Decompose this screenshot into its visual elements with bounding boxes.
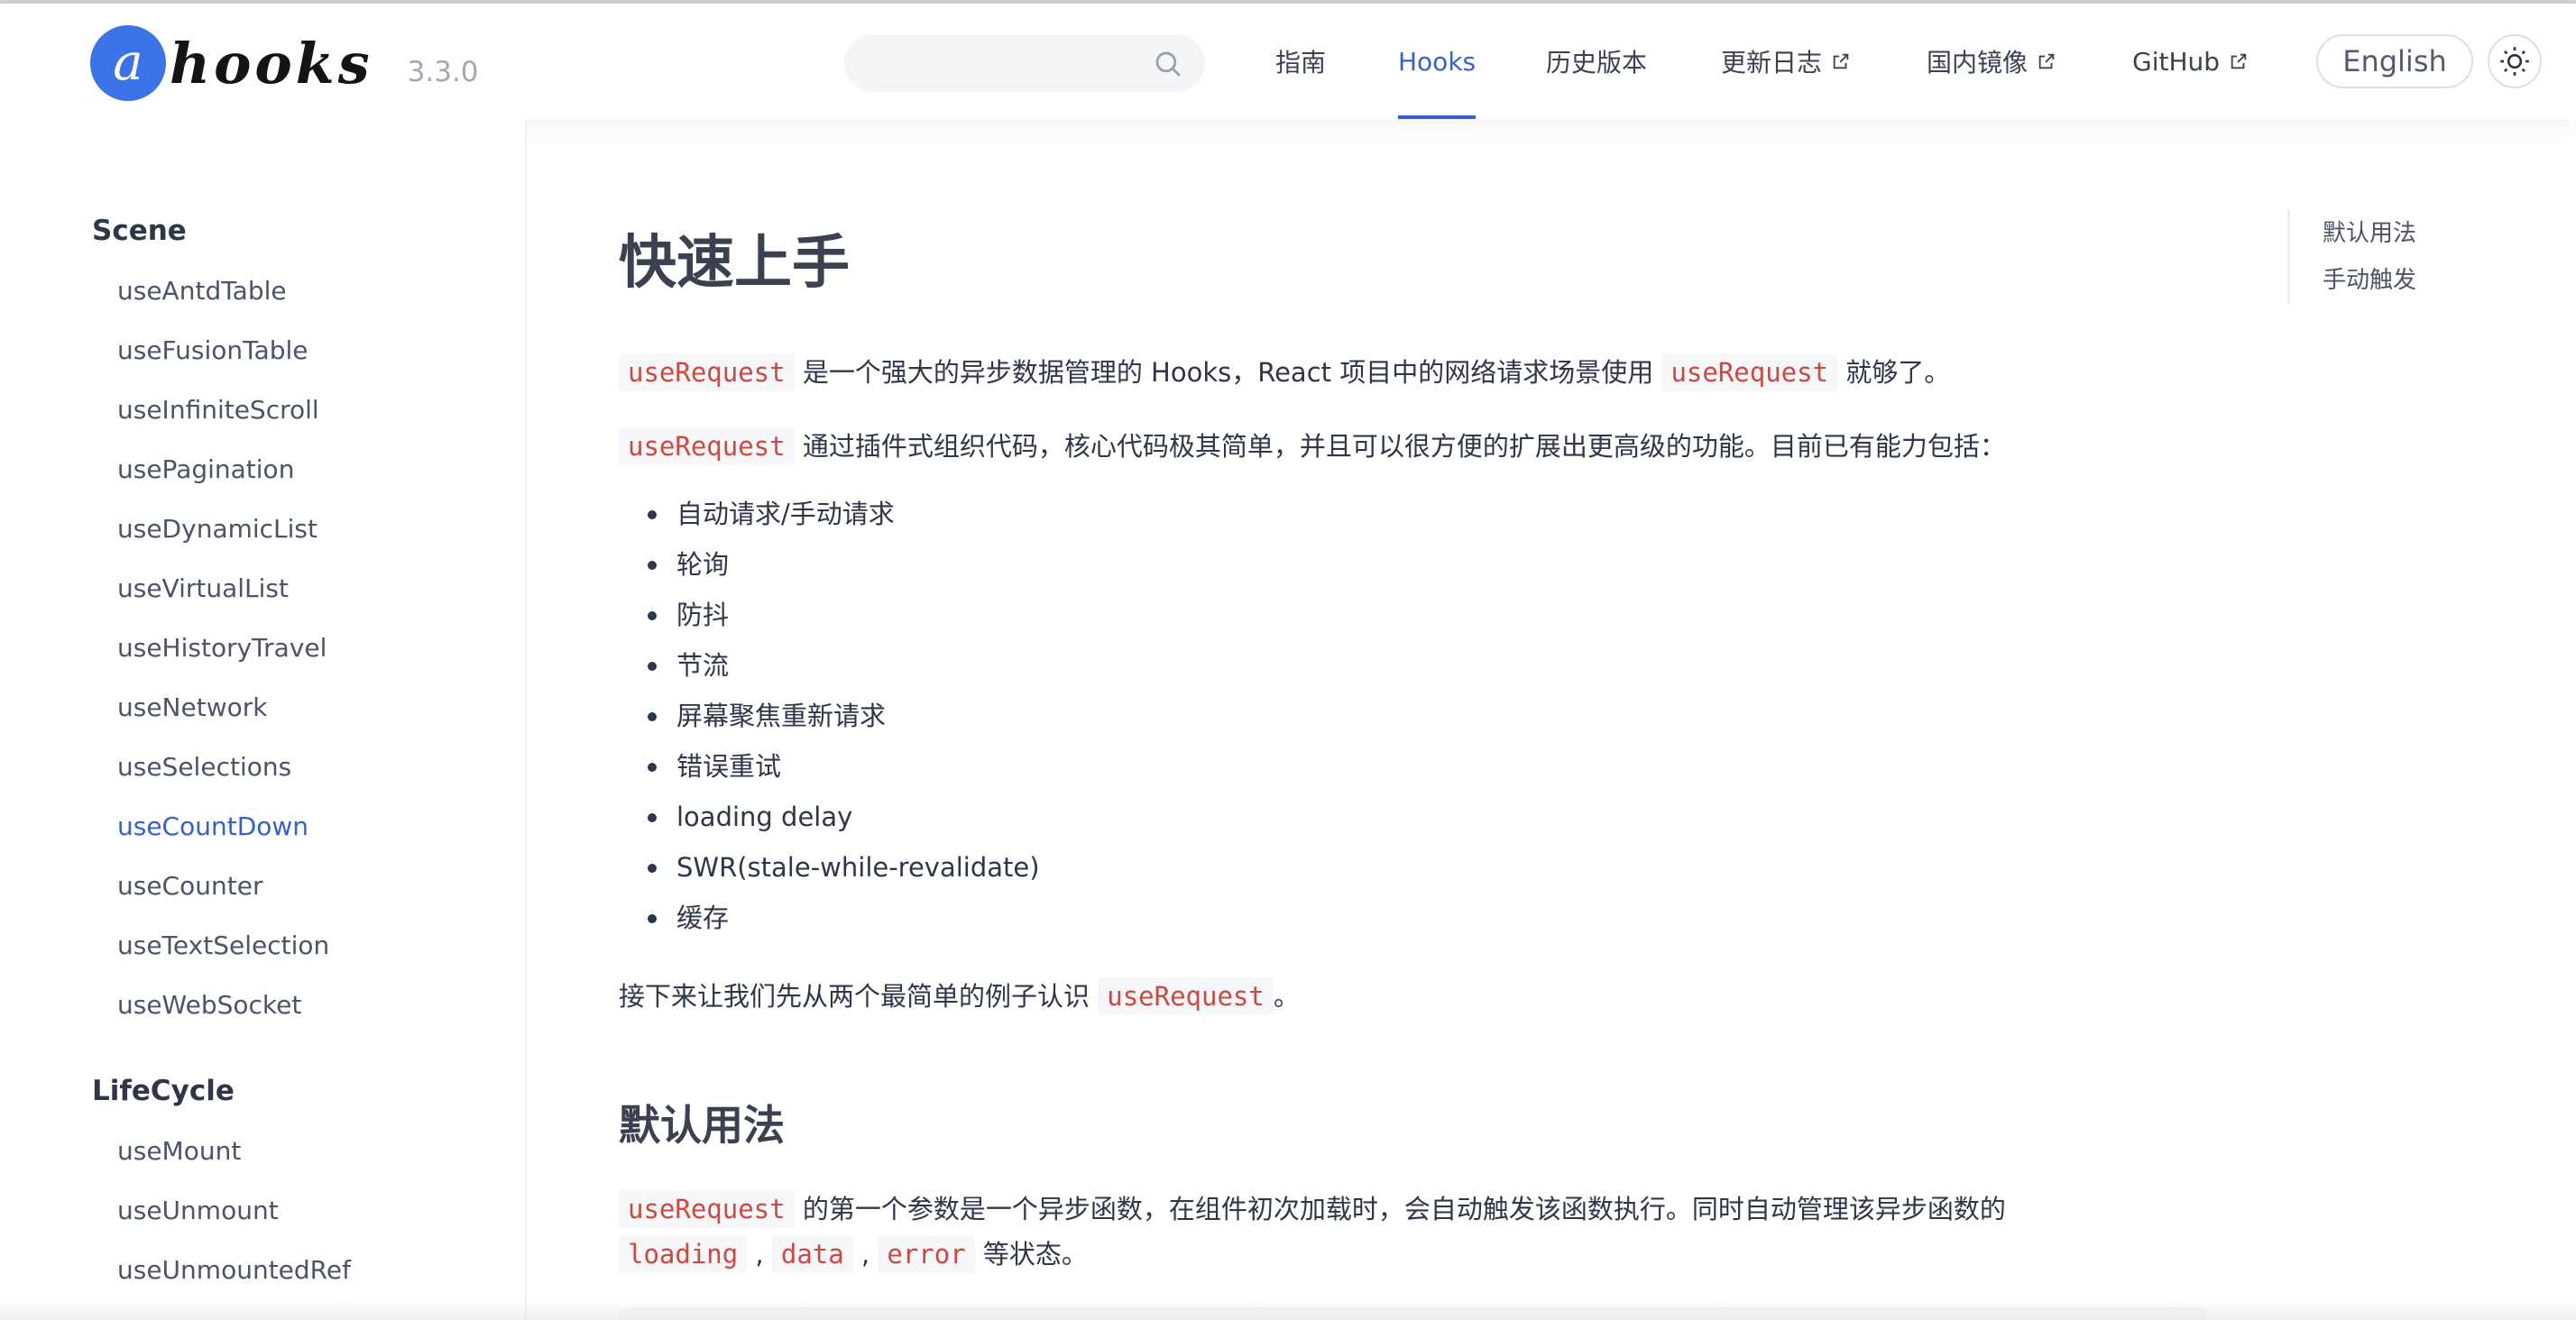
logo-mark: a <box>90 25 166 101</box>
sidebar-group-title: LifeCycle <box>92 1075 235 1107</box>
list-item: 节流 <box>648 640 1040 691</box>
page: a hooks 3.3.0 指南 Hooks 历史版本 更新日志 国内镜像 Gi… <box>0 0 2576 1320</box>
outro-paragraph: 接下来让我们先从两个最简单的例子认识 useRequest。 <box>619 974 1300 1019</box>
inline-code: loading <box>619 1235 748 1273</box>
list-item: 错误重试 <box>648 741 1040 792</box>
sun-icon <box>2500 47 2529 76</box>
sidebar-item-useUnmountedRef[interactable]: useUnmountedRef <box>117 1255 351 1285</box>
inline-code: useRequest <box>1661 353 1838 391</box>
sidebar-item-useDynamicList[interactable]: useDynamicList <box>117 514 317 544</box>
separator: , <box>852 1239 879 1270</box>
nav-github[interactable]: GitHub <box>2132 4 2249 119</box>
section-title-default-usage: 默认用法 <box>619 1101 785 1150</box>
paragraph-text: 通过插件式组织代码，核心代码极其简单，并且可以很方便的扩展出更高级的功能。目前已… <box>794 431 2006 462</box>
nav-guide[interactable]: 指南 <box>1275 4 1326 119</box>
sidebar-group-title: Scene <box>92 215 187 247</box>
section-paragraph-line-1: useRequest 的第一个参数是一个异步函数，在组件初次加载时，会自动触发该… <box>619 1187 2006 1232</box>
external-link-icon <box>2231 53 2247 69</box>
paragraph-text: 是一个强大的异步数据管理的 Hooks，React 项目中的网络请求场景使用 <box>794 357 1662 388</box>
top-header: a hooks 3.3.0 指南 Hooks 历史版本 更新日志 国内镜像 Gi… <box>0 4 2576 119</box>
nav-mirror[interactable]: 国内镜像 <box>1927 4 2056 119</box>
site-logo[interactable]: a hooks 3.3.0 <box>90 25 479 101</box>
nav-label: GitHub <box>2132 46 2221 77</box>
sidebar-item-useUnmount[interactable]: useUnmount <box>117 1196 279 1225</box>
nav-history-versions[interactable]: 历史版本 <box>1546 4 1647 119</box>
nav-hooks[interactable]: Hooks <box>1398 4 1477 119</box>
list-item: 屏幕聚焦重新请求 <box>648 691 1040 741</box>
nav-changelog[interactable]: 更新日志 <box>1721 4 1851 119</box>
paragraph-text: 接下来让我们先从两个最简单的例子认识 <box>619 981 1099 1012</box>
section-paragraph-line-2: loading , data , error 等状态。 <box>619 1232 1088 1277</box>
paragraph-text: 的第一个参数是一个异步函数，在组件初次加载时，会自动触发该函数执行。同时自动管理… <box>794 1194 2006 1224</box>
logo-text: hooks <box>170 30 373 96</box>
sidebar-item-useVirtualList[interactable]: useVirtualList <box>117 573 289 603</box>
theme-toggle-button[interactable] <box>2488 34 2542 88</box>
list-item: 缓存 <box>648 893 1040 943</box>
bottom-edge <box>0 1298 2576 1320</box>
nav-label: 历史版本 <box>1546 48 1648 78</box>
inline-code: useRequest <box>619 353 795 391</box>
sidebar-item-useCounter[interactable]: useCounter <box>117 871 262 901</box>
inline-code: error <box>878 1235 975 1273</box>
sidebar-item-useWebSocket[interactable]: useWebSocket <box>117 990 301 1020</box>
sidebar-item-useFusionTable[interactable]: useFusionTable <box>117 335 308 365</box>
sidebar-item-useHistoryTravel[interactable]: useHistoryTravel <box>117 633 327 663</box>
sidebar-item-useCountDown[interactable]: useCountDown <box>117 811 308 841</box>
sidebar-item-usePagination[interactable]: usePagination <box>117 454 294 484</box>
sidebar-item-useSelections[interactable]: useSelections <box>117 752 291 782</box>
search-input[interactable] <box>871 43 1142 83</box>
list-item: SWR(stale-while-revalidate) <box>648 842 1040 893</box>
feature-list: 自动请求/手动请求 轮询 防抖 节流 屏幕聚焦重新请求 错误重试 loading… <box>648 489 1040 943</box>
inline-code: data <box>771 1235 853 1273</box>
external-link-icon <box>2038 53 2055 69</box>
inline-code: useRequest <box>619 427 795 465</box>
list-item: 轮询 <box>648 539 1040 590</box>
external-link-icon <box>1833 53 1849 69</box>
list-item: 防抖 <box>648 590 1040 640</box>
sidebar-item-useNetwork[interactable]: useNetwork <box>117 692 267 722</box>
inline-code: useRequest <box>1098 977 1274 1015</box>
nav-label: 更新日志 <box>1721 48 1823 78</box>
toc-item-default-usage[interactable]: 默认用法 <box>2323 215 2416 248</box>
version-label: 3.3.0 <box>407 56 479 88</box>
sidebar-item-useMount[interactable]: useMount <box>117 1136 241 1166</box>
sidebar: Scene useAntdTable useFusionTable useInf… <box>0 119 527 1320</box>
list-item: 自动请求/手动请求 <box>648 489 1040 539</box>
nav-label: 指南 <box>1275 48 1327 78</box>
paragraph-text: 就够了。 <box>1837 357 1951 388</box>
paragraph-text: 。 <box>1273 981 1300 1012</box>
search-icon[interactable] <box>1153 49 1183 79</box>
sidebar-item-useAntdTable[interactable]: useAntdTable <box>117 276 287 306</box>
language-button[interactable]: English <box>2316 34 2473 88</box>
intro-paragraph-2: useRequest 通过插件式组织代码，核心代码极其简单，并且可以很方便的扩展… <box>619 424 2006 469</box>
inline-code: useRequest <box>619 1190 795 1228</box>
table-of-contents: 默认用法 手动触发 <box>2287 209 2416 305</box>
page-title: 快速上手 <box>619 230 850 297</box>
list-item: loading delay <box>648 792 1040 842</box>
toc-item-manual-trigger[interactable]: 手动触发 <box>2323 261 2416 295</box>
paragraph-text: 等状态。 <box>974 1239 1088 1270</box>
nav-label: 国内镜像 <box>1927 48 2029 78</box>
sidebar-item-useTextSelection[interactable]: useTextSelection <box>117 930 329 960</box>
separator: , <box>747 1239 772 1270</box>
search-box[interactable] <box>844 34 1205 92</box>
nav-label: Hooks <box>1398 46 1477 77</box>
intro-paragraph-1: useRequest 是一个强大的异步数据管理的 Hooks，React 项目中… <box>619 350 1950 395</box>
sidebar-item-useInfiniteScroll[interactable]: useInfiniteScroll <box>117 395 319 425</box>
